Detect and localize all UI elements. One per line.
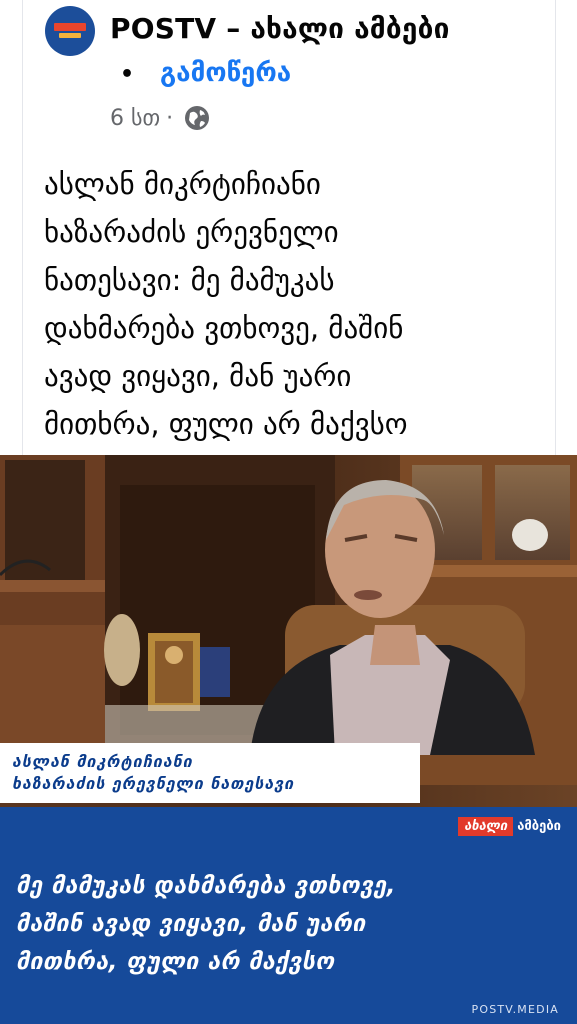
quote-line: მაშინ ავად ვიყავი, მან უარი <box>16 911 366 937</box>
meta-separator: · <box>166 105 174 131</box>
caption-line: მითხრა, ფული არ მაქვსო <box>44 407 408 441</box>
quote-text: მე მამუკას დახმარება ვთხოვე, მაშინ ავად … <box>16 867 561 981</box>
caption-line: ნათესავი: მე მამუკას <box>44 263 335 297</box>
postv-logo-badge <box>54 23 86 31</box>
lower-third-name: ასლან მიკრტიჩიანი ხაზარაძის ერევნელი ნათ… <box>0 743 420 803</box>
brand-white-label: ამბები <box>517 819 561 834</box>
postv-logo-mark <box>59 33 81 38</box>
news-brand: ახალი ამბები <box>458 817 561 836</box>
post-meta: 6 სთ · <box>110 104 211 132</box>
post-photo[interactable]: ასლან მიკრტიჩიანი ხაზარაძის ერევნელი ნათ… <box>0 455 577 1024</box>
caption-line: ასლან მიკრტიჩიანი <box>44 167 321 201</box>
caption-line: ავად ვიყავი, მან უარი <box>44 359 352 393</box>
speaker-role: ხაზარაძის ერევნელი ნათესავი <box>12 774 295 793</box>
bullet-separator: • <box>120 62 135 87</box>
caption-line: დახმარება ვთხოვე, მაშინ <box>44 311 404 345</box>
page-avatar[interactable] <box>45 6 95 56</box>
post-caption: ასლან მიკრტიჩიანი ხაზარაძის ერევნელი ნათ… <box>44 160 544 448</box>
site-watermark: POSTV.MEDIA <box>471 1003 559 1016</box>
caption-line: ხაზარაძის ერევნელი <box>44 215 339 249</box>
follow-button[interactable]: გამოწერა <box>160 58 291 88</box>
globe-icon[interactable] <box>183 104 211 132</box>
quote-line: მითხრა, ფული არ მაქვსო <box>16 949 335 975</box>
lower-third-quote: ახალი ამბები მე მამუკას დახმარება ვთხოვე… <box>0 807 577 1024</box>
post-time[interactable]: 6 სთ <box>110 106 160 131</box>
brand-red-label: ახალი <box>458 817 514 836</box>
speaker-name: ასლან მიკრტიჩიანი <box>12 752 193 771</box>
page-name[interactable]: POSTV – ახალი ამბები <box>110 12 450 45</box>
quote-line: მე მამუკას დახმარება ვთხოვე, <box>16 873 396 899</box>
